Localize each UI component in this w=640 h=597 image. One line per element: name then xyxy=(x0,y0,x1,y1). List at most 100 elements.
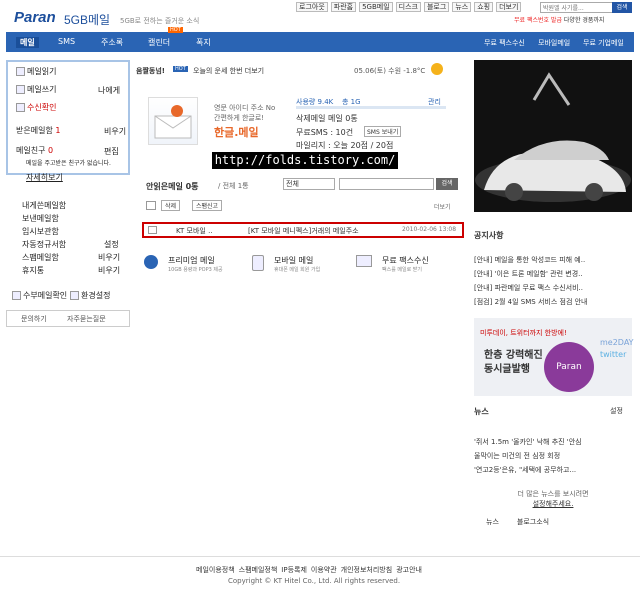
top-link[interactable]: 쇼핑 xyxy=(474,2,494,12)
news-tab[interactable]: 뉴스 xyxy=(486,517,499,527)
me2day-ad[interactable]: 미투데이, 트위터까지 한방에! 한층 강력해진 동시글발행 me2DAY tw… xyxy=(474,318,634,396)
footer-link[interactable]: 스팸메일정책 xyxy=(239,565,278,575)
mail-row[interactable]: KT 모바일 .. [KT 모바일 메니펙스]거래의 메일주소 2010-02-… xyxy=(142,222,464,238)
paran-logo[interactable]: Paran xyxy=(14,9,56,26)
tab-calendar[interactable]: 캘린더 xyxy=(148,37,170,48)
top-link[interactable]: 디스크 xyxy=(395,2,421,12)
news-notice: 더 많은 뉴스를 보시려면 xyxy=(517,490,589,498)
read-mail-link[interactable]: 메일읽기 xyxy=(27,67,56,76)
friends-count: 0 xyxy=(48,146,54,155)
contact-link[interactable]: 문의하기 xyxy=(21,314,47,324)
external-icon xyxy=(12,291,21,300)
footer-link[interactable]: 이용약관 xyxy=(311,565,337,575)
top-links: 로그아웃 파란홈 5GB메일 디스크 블로그 뉴스 쇼핑 더보기 xyxy=(296,2,522,12)
footer-link[interactable]: 메일이용정책 xyxy=(196,565,235,575)
folder-side[interactable]: 비우기 xyxy=(98,265,120,276)
deleted-mail: 삭제메일 메일 0통 xyxy=(296,114,358,123)
external-mail-link[interactable]: 수부메일확인 xyxy=(23,291,67,300)
unread-count: 안읽은메일 0통 xyxy=(146,182,199,191)
more-link[interactable]: 더보기 xyxy=(434,202,451,211)
folder-side[interactable]: 비우기 xyxy=(98,252,120,263)
watermark-url: http://folds.tistory.com/ xyxy=(212,152,398,169)
hangul-mail-link[interactable]: 한글.메일 xyxy=(214,124,259,140)
mail-search-input[interactable] xyxy=(339,178,434,190)
friends-edit[interactable]: 편집 xyxy=(104,146,119,157)
folder-item[interactable]: 내게쓴메일함 xyxy=(22,201,66,210)
filter-select[interactable]: 전체 xyxy=(283,178,335,190)
top-link[interactable]: 더보기 xyxy=(496,2,522,12)
compose-icon xyxy=(16,85,25,94)
main-nav: 메일 SMS 주소록 캘린더 HOT 폭지 무료 팩스수신 모바일메일 무료 기… xyxy=(6,27,634,52)
fax-icon xyxy=(356,255,372,267)
news-item[interactable]: '쥐서 1.5m '올카인' 낙해 추진 '안심 xyxy=(474,435,632,449)
mail-date: 2010-02-06 13:08 xyxy=(402,226,457,233)
notice-item[interactable]: [점검] 2월 4일 SMS 서비스 점검 안내 xyxy=(474,295,632,309)
fortune-link[interactable]: 오늘의 운세 한번 더보기 xyxy=(193,66,264,76)
folder-item[interactable]: 휴지통 xyxy=(22,266,44,275)
friends-desc: 메일을 주고받은 친구가 없습니다. xyxy=(26,160,111,167)
top-link[interactable]: 파란홈 xyxy=(330,2,357,12)
notice-item[interactable]: [안내] 파란메일 무료 팩스 수신서비.. xyxy=(474,281,632,295)
notice-item[interactable]: [안내] 메일을 통한 악성코드 피해 예.. xyxy=(474,253,632,267)
folder-item[interactable]: 보낸메일함 xyxy=(22,214,59,223)
footer-link[interactable]: 광고안내 xyxy=(396,565,422,575)
footer-link[interactable]: IP등록제 xyxy=(281,565,307,575)
nav-mobile[interactable]: 모바일메일 xyxy=(538,38,570,48)
car-advertisement[interactable] xyxy=(474,60,632,212)
top-link[interactable]: 뉴스 xyxy=(452,2,472,12)
news-item[interactable]: 울막이는 미건의 전 심정 회정 xyxy=(474,449,632,463)
news-config-link[interactable]: 설정해주세요. xyxy=(474,499,632,509)
write-self-link[interactable]: 나에게 xyxy=(98,85,120,96)
inbox-count: 1 xyxy=(55,126,61,135)
select-all-checkbox[interactable] xyxy=(146,201,156,210)
nav-fax[interactable]: 무료 팩스수신 xyxy=(484,38,525,48)
news-item[interactable]: '연고2등'은유, "세택에 공무하고... xyxy=(474,463,632,477)
tab-memo[interactable]: 폭지 xyxy=(196,37,211,48)
mail-sender[interactable]: KT 모바일 .. xyxy=(176,226,213,236)
folder-item[interactable]: 임시보관함 xyxy=(22,227,59,236)
service-title: 5GB메일 xyxy=(64,13,111,27)
mail-search-button[interactable]: 검색 xyxy=(436,178,458,190)
welcome-text: 영문 아이디 주소 No xyxy=(214,104,276,112)
write-mail-link[interactable]: 메일쓰기 xyxy=(27,85,56,94)
spam-report-button[interactable]: 스팸신고 xyxy=(192,200,223,211)
premium-mail[interactable]: 프리미엄 메일 10GB 용량과 POP3 제공 xyxy=(144,255,223,273)
news-section: 뉴스 설정 '쥐서 1.5m '올카인' 낙해 추진 '안심 울막이는 미건의 … xyxy=(474,406,632,527)
mail-subject[interactable]: [KT 모바일 메니펙스]거래의 메일주소 xyxy=(248,226,359,236)
top-link[interactable]: 5GB메일 xyxy=(359,2,393,12)
folder-side[interactable]: 설정 xyxy=(104,239,119,250)
folder-item[interactable]: 스팸메일함 xyxy=(22,253,59,262)
blog-news-tab[interactable]: 블로그소식 xyxy=(517,517,549,527)
send-sms-button[interactable]: SMS 보내기 xyxy=(364,126,402,137)
weather-info: 05.06(토) 수원 -1.8°C xyxy=(354,67,426,75)
tab-sms[interactable]: SMS xyxy=(58,37,75,46)
folder-item[interactable]: 자동정규서함 xyxy=(22,240,66,249)
receipt-link[interactable]: 수신확인 xyxy=(27,103,56,112)
inbox-link[interactable]: 받은메일함 xyxy=(16,126,53,135)
welcome-text: 간편하게 한글로! xyxy=(214,114,265,122)
friends-link[interactable]: 메일친구 xyxy=(16,146,45,155)
top-label: 움짤동넘! xyxy=(136,67,165,75)
notice-item[interactable]: [안내] '이은 트론 메일함' 관련 변경.. xyxy=(474,267,632,281)
settings-link[interactable]: 환경설정 xyxy=(81,291,110,300)
top-link[interactable]: 블로그 xyxy=(423,2,450,12)
footer-link[interactable]: 개인정보처리방침 xyxy=(341,565,393,575)
faq-link[interactable]: 자주묻는질문 xyxy=(67,314,106,324)
mobile-mail[interactable]: 모바일 메일 휴대폰 메일 회원 가입 xyxy=(252,255,320,273)
fax-promo[interactable]: 무료 팩스번호 발급 다양한 경품까지 xyxy=(514,15,604,24)
tab-mail[interactable]: 메일 xyxy=(16,37,39,48)
tab-contacts[interactable]: 주소록 xyxy=(101,37,123,48)
friends-detail-link[interactable]: 자세히보기 xyxy=(26,172,63,183)
search-button[interactable]: 검색 xyxy=(612,2,632,13)
news-settings[interactable]: 설정 xyxy=(610,406,623,416)
slogan: 5GB로 전하는 즐거운 소식 xyxy=(120,17,200,25)
inbox-clear[interactable]: 비우기 xyxy=(104,126,126,137)
logout-link[interactable]: 로그아웃 xyxy=(296,2,328,12)
delete-button[interactable]: 삭제 xyxy=(161,200,181,211)
notice-section: 공지사항 [안내] 메일을 통한 악성코드 피해 예.. [안내] '이은 트론… xyxy=(474,228,632,309)
search-input[interactable]: 박원엘 사기를... xyxy=(540,2,620,13)
nav-biz[interactable]: 무료 기업메일 xyxy=(583,38,624,48)
fax-service[interactable]: 무료 팩스수신 팩스를 메일로 받기 xyxy=(356,255,429,273)
mail-checkbox[interactable] xyxy=(148,226,157,234)
news-title: 뉴스 xyxy=(474,407,489,416)
